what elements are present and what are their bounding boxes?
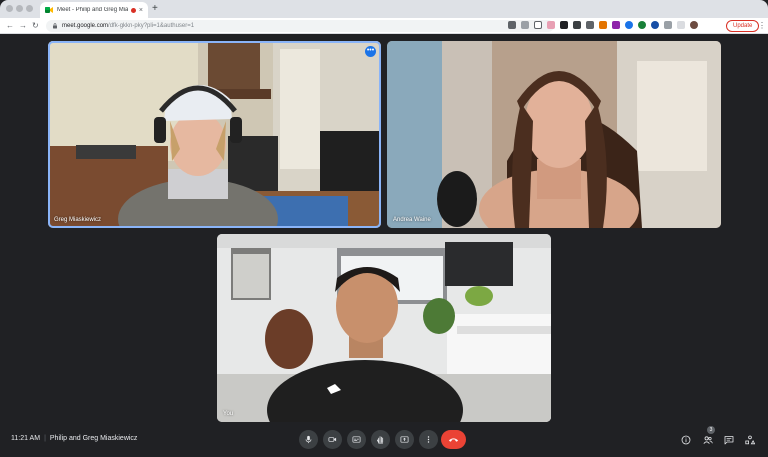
meeting-controls-bar: 11:21 AM | Philip and Greg Miaskiewicz 3 xyxy=(0,426,768,454)
present-screen-icon xyxy=(400,436,409,443)
people-icon xyxy=(702,435,713,444)
meeting-title: Philip and Greg Miaskiewicz xyxy=(49,435,138,442)
meeting-details-button[interactable] xyxy=(680,434,691,445)
self-video-feed xyxy=(217,234,551,422)
people-count-badge: 3 xyxy=(707,426,715,434)
extension-green-icon[interactable] xyxy=(638,21,646,29)
browser-toolbar: ← → ↻ meet.google.com/dfk-gkkn-pky?pli=1… xyxy=(0,18,768,34)
address-bar[interactable]: meet.google.com/dfk-gkkn-pky?pli=1&authu… xyxy=(46,20,554,32)
meet-favicon-icon xyxy=(45,6,53,14)
window-close-button[interactable] xyxy=(6,5,13,12)
meeting-time: 11:21 AM xyxy=(11,435,41,442)
url-text: meet.google.com/dfk-gkkn-pky?pli=1&authu… xyxy=(62,23,194,29)
new-tab-button[interactable]: + xyxy=(152,2,158,16)
extension-blue-icon[interactable] xyxy=(625,21,633,29)
extensions-puzzle-icon[interactable] xyxy=(664,21,672,29)
camera-icon xyxy=(328,437,337,442)
extension-gear-icon[interactable] xyxy=(612,21,620,29)
extension-grammar-icon[interactable] xyxy=(573,21,581,29)
share-icon[interactable] xyxy=(521,21,529,29)
greg-video-feed xyxy=(48,41,381,228)
participant-name: Greg Miaskiewicz xyxy=(54,217,102,223)
more-options-button[interactable] xyxy=(419,430,438,449)
extension-p-icon[interactable] xyxy=(560,21,568,29)
forward-button[interactable]: → xyxy=(19,20,27,32)
window-minimize-button[interactable] xyxy=(16,5,23,12)
chat-icon xyxy=(724,435,733,444)
window-zoom-button[interactable] xyxy=(26,5,33,12)
extension-dark-icon[interactable] xyxy=(586,21,594,29)
mic-button[interactable] xyxy=(299,430,318,449)
tab-title: Meet - Philip and Greg Mia xyxy=(57,7,128,13)
activities-icon xyxy=(744,435,755,444)
raise-hand-button[interactable] xyxy=(371,430,390,449)
present-button[interactable] xyxy=(395,430,414,449)
extensions-row xyxy=(508,21,703,29)
lock-icon xyxy=(52,23,58,29)
video-tile-self[interactable]: You xyxy=(217,234,551,422)
back-button[interactable]: ← xyxy=(6,20,14,32)
end-call-icon xyxy=(448,438,459,442)
video-tile-greg[interactable]: ••• Greg Miaskiewicz xyxy=(48,41,381,228)
browser-menu-button[interactable]: ⋮ xyxy=(758,21,766,30)
more-options-icon xyxy=(427,436,430,443)
activities-button[interactable] xyxy=(744,434,755,445)
meeting-separator: | xyxy=(44,435,46,442)
captions-button[interactable] xyxy=(347,430,366,449)
meeting-info-text: 11:21 AM | Philip and Greg Miaskiewicz xyxy=(11,435,137,442)
tile-more-options-button[interactable]: ••• xyxy=(365,46,376,57)
video-tile-andrea[interactable]: Andrea Waine xyxy=(387,41,721,228)
bookmark-star-icon[interactable] xyxy=(534,21,542,29)
chat-button[interactable] xyxy=(723,434,734,445)
url-path: /dfk-gkkn-pky?pli=1&authuser=1 xyxy=(108,23,195,29)
raise-hand-icon xyxy=(376,436,384,444)
side-panel-icon[interactable] xyxy=(677,21,685,29)
participant-name: You xyxy=(223,411,234,417)
info-icon xyxy=(681,435,690,444)
tab-bar: Meet - Philip and Greg Mia × + xyxy=(0,0,768,18)
andrea-video-feed xyxy=(387,41,721,228)
mic-icon xyxy=(305,435,312,444)
recording-indicator-icon xyxy=(130,7,136,13)
update-button[interactable]: Update xyxy=(726,20,760,32)
camera-button[interactable] xyxy=(323,430,342,449)
camera-permission-icon[interactable] xyxy=(508,21,516,29)
browser-window: Meet - Philip and Greg Mia × + ← → ↻ mee… xyxy=(0,0,768,457)
participant-name: Andrea Waine xyxy=(393,217,431,223)
people-button[interactable] xyxy=(702,434,713,445)
url-domain: meet.google.com xyxy=(62,23,109,29)
profile-avatar[interactable] xyxy=(690,21,698,29)
end-call-button[interactable] xyxy=(441,430,466,449)
tab-close-button[interactable]: × xyxy=(139,7,143,14)
reload-button[interactable]: ↻ xyxy=(32,20,39,32)
captions-icon xyxy=(352,436,361,443)
tab-meet[interactable]: Meet - Philip and Greg Mia × xyxy=(40,2,148,18)
extension-pink-icon[interactable] xyxy=(547,21,555,29)
extension-navy-icon[interactable] xyxy=(651,21,659,29)
extension-fox-icon[interactable] xyxy=(599,21,607,29)
